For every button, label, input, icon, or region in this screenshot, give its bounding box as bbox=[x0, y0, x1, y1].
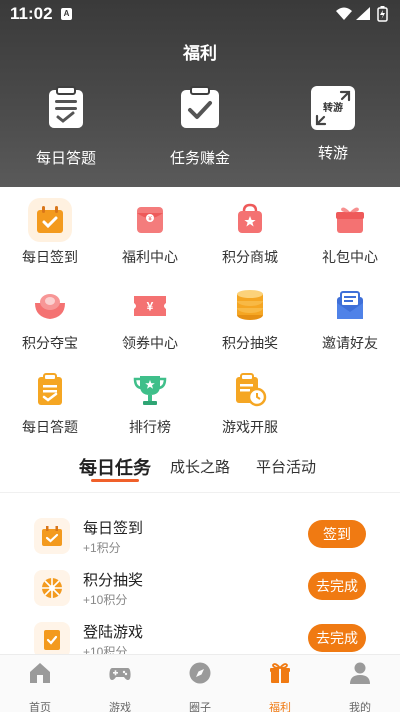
trophy-icon bbox=[128, 368, 172, 412]
clipboard-list-icon bbox=[28, 368, 72, 412]
grid-item-leaderboard[interactable]: 排行榜 bbox=[100, 368, 200, 437]
hero-daily-quiz[interactable]: 每日答题 bbox=[6, 86, 126, 168]
wifi-icon bbox=[336, 7, 352, 20]
task-name: 每日签到 bbox=[83, 520, 144, 537]
gold-ingot-icon bbox=[28, 284, 72, 328]
task-points: +10积分 bbox=[83, 593, 128, 607]
svg-text:¥: ¥ bbox=[147, 300, 154, 314]
active-tab-underline bbox=[91, 479, 139, 482]
grid-label: 游戏开服 bbox=[222, 419, 278, 435]
home-icon bbox=[30, 663, 50, 683]
notification-icon: A bbox=[61, 8, 72, 20]
calendar-check-icon bbox=[28, 198, 72, 242]
nav-games[interactable]: 游戏 bbox=[80, 661, 160, 712]
envelope-icon bbox=[328, 284, 372, 328]
hero-label: 任务赚金 bbox=[169, 150, 230, 167]
nav-label: 福利 bbox=[269, 702, 291, 712]
hero-label: 每日答题 bbox=[35, 150, 96, 167]
clipboard-check-icon bbox=[181, 86, 219, 128]
grid-item-points-mall[interactable]: 积分商城 bbox=[200, 198, 300, 267]
nav-profile[interactable]: 我的 bbox=[320, 661, 400, 712]
grid-label: 领券中心 bbox=[122, 335, 178, 351]
status-bar: 11:02 A bbox=[0, 0, 400, 28]
expand-arrows bbox=[315, 90, 351, 126]
hero-task-earn[interactable]: 任务赚金 bbox=[140, 86, 260, 168]
nav-label: 首页 bbox=[29, 702, 51, 712]
grid-label: 积分商城 bbox=[222, 249, 278, 265]
grid-item-game-server-open[interactable]: 游戏开服 bbox=[200, 368, 300, 437]
grid-label: 邀请好友 bbox=[322, 335, 378, 351]
divider bbox=[0, 492, 400, 493]
nav-community[interactable]: 圈子 bbox=[160, 661, 240, 712]
grid-label: 礼包中心 bbox=[322, 249, 378, 265]
transfer-icon: 转游 bbox=[311, 86, 355, 130]
grid-label: 积分夺宝 bbox=[22, 335, 78, 351]
go-complete-button[interactable]: 去完成 bbox=[308, 624, 366, 652]
grid-label: 积分抽奖 bbox=[222, 335, 278, 351]
go-complete-button[interactable]: 去完成 bbox=[308, 572, 366, 600]
game-doc-icon bbox=[34, 622, 70, 658]
grid-item-daily-quiz[interactable]: 每日答题 bbox=[0, 368, 100, 437]
server-clock-icon bbox=[228, 368, 272, 412]
user-icon bbox=[350, 662, 370, 684]
hero-transfer[interactable]: 转游 转游 bbox=[273, 86, 393, 163]
status-time: 11:02 bbox=[10, 4, 53, 23]
grid-item-points-treasure[interactable]: 积分夺宝 bbox=[0, 284, 100, 353]
task-row-points-lottery: 积分抽奖 +10积分 去完成 bbox=[0, 566, 400, 620]
task-tabs: 每日任务 成长之路 平台活动 bbox=[0, 450, 400, 492]
grid-item-coupon-center[interactable]: ¥ 领券中心 bbox=[100, 284, 200, 353]
lottery-wheel-icon bbox=[34, 570, 70, 606]
grid-item-invite-friends[interactable]: 邀请好友 bbox=[300, 284, 400, 353]
grid-label: 排行榜 bbox=[129, 419, 171, 435]
nav-label: 我的 bbox=[349, 702, 371, 712]
calendar-check-icon bbox=[34, 518, 70, 554]
tab-growth-path[interactable]: 成长之路 bbox=[170, 456, 230, 477]
grid-item-daily-checkin[interactable]: 每日签到 bbox=[0, 198, 100, 267]
grid-label: 每日答题 bbox=[22, 419, 78, 435]
task-points: +1积分 bbox=[83, 541, 121, 555]
tab-daily-tasks[interactable]: 每日任务 bbox=[79, 454, 151, 480]
header: 11:02 A 福利 每日答题 任务赚金 转游 转游 bbox=[0, 0, 400, 187]
grid-item-points-lottery[interactable]: 积分抽奖 bbox=[200, 284, 300, 353]
task-name: 积分抽奖 bbox=[83, 572, 144, 589]
clipboard-list-icon bbox=[49, 86, 83, 128]
status-icons bbox=[336, 6, 388, 22]
coupon-icon: ¥ bbox=[128, 284, 172, 328]
nav-welfare[interactable]: 福利 bbox=[240, 661, 320, 712]
coin-stack-icon bbox=[228, 284, 272, 328]
grid-label: 每日签到 bbox=[22, 249, 78, 265]
signal-icon bbox=[356, 7, 370, 20]
gift-icon bbox=[270, 663, 290, 683]
gamepad-icon bbox=[109, 668, 131, 680]
grid-item-welfare-center[interactable]: ¥ 福利中心 bbox=[100, 198, 200, 267]
checkin-button[interactable]: 签到 bbox=[308, 520, 366, 548]
nav-home[interactable]: 首页 bbox=[0, 661, 80, 712]
compass-icon bbox=[189, 662, 211, 684]
nav-label: 游戏 bbox=[109, 702, 131, 712]
notification-glyph: A bbox=[63, 9, 70, 18]
shopping-bag-icon bbox=[228, 198, 272, 242]
tab-platform-events[interactable]: 平台活动 bbox=[256, 456, 316, 477]
bottom-nav: 首页 游戏 圈子 福利 我的 bbox=[0, 654, 400, 712]
grid-label: 福利中心 bbox=[122, 249, 178, 265]
grid-item-gift-center[interactable]: 礼包中心 bbox=[300, 198, 400, 267]
hero-label: 转游 bbox=[317, 145, 348, 162]
task-row-daily-checkin: 每日签到 +1积分 签到 bbox=[0, 514, 400, 568]
page-title: 福利 bbox=[183, 44, 217, 63]
red-envelope-icon: ¥ bbox=[128, 198, 172, 242]
task-name: 登陆游戏 bbox=[83, 624, 144, 641]
gift-box-icon bbox=[328, 198, 372, 242]
nav-label: 圈子 bbox=[189, 702, 211, 712]
